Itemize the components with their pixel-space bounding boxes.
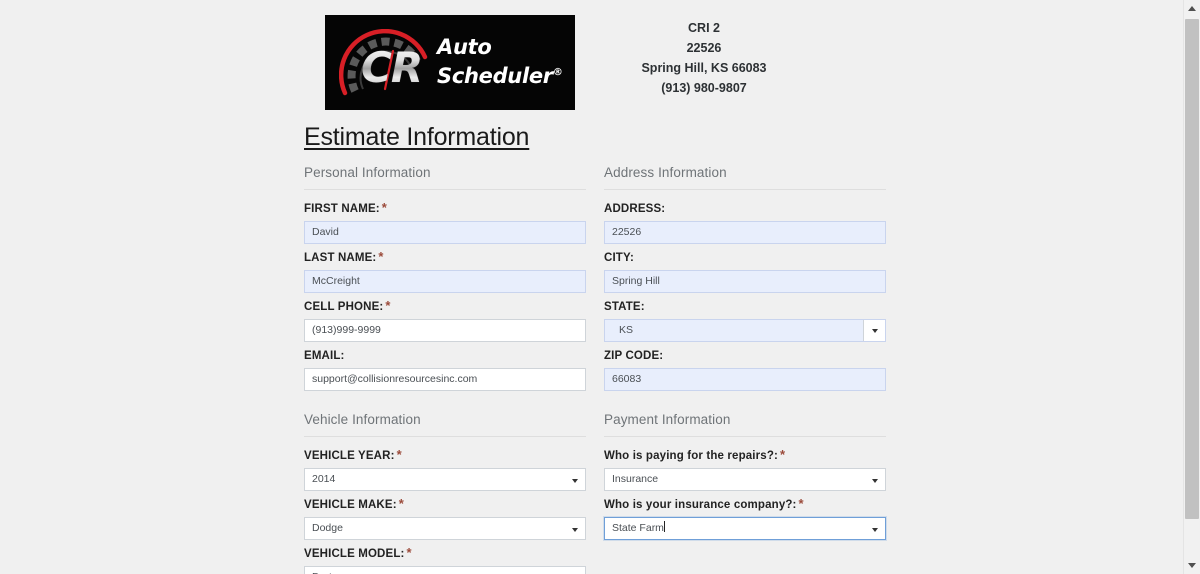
company-city-state-zip: Spring Hill, KS 66083 — [641, 61, 767, 75]
select-insurance-company[interactable]: State Farm — [604, 517, 886, 540]
cr-auto-scheduler-logo: CR Auto Scheduler® — [325, 15, 575, 110]
estimate-information-form: Personal Information FIRST NAME: * David … — [304, 165, 886, 574]
chevron-down-icon — [872, 527, 878, 532]
page-title: Estimate Information — [304, 123, 530, 151]
select-who-is-paying-value: Insurance — [612, 473, 659, 485]
label-vehicle-model: VEHICLE MODEL: * — [304, 545, 412, 560]
label-zip-code: ZIP CODE: — [604, 350, 664, 362]
input-city[interactable]: Spring Hill — [604, 270, 886, 293]
chevron-down-icon — [872, 478, 878, 483]
required-marker-icon: * — [398, 496, 404, 511]
logo-word-scheduler-line: Scheduler® — [437, 60, 563, 89]
required-marker-icon: * — [378, 249, 384, 264]
label-who-is-paying: Who is paying for the repairs?: * — [604, 447, 786, 462]
field-state: STATE: KS — [604, 301, 886, 342]
text-cursor — [663, 521, 665, 532]
scrollbar-thumb[interactable] — [1185, 19, 1199, 519]
field-vehicle-model: VEHICLE MODEL:* Dart — [304, 545, 586, 574]
required-marker-icon: * — [396, 447, 402, 462]
select-vehicle-year-value: 2014 — [312, 473, 336, 485]
field-city: CITY: Spring Hill — [604, 252, 886, 293]
chevron-down-icon[interactable] — [863, 320, 885, 341]
input-cell-phone[interactable]: (913)999-9999 — [304, 319, 586, 342]
form-row-1: Personal Information FIRST NAME: * David … — [304, 165, 886, 399]
vertical-scrollbar[interactable] — [1183, 0, 1200, 574]
logo-word-scheduler: Scheduler — [437, 64, 553, 88]
label-first-name: FIRST NAME: * — [304, 200, 387, 215]
page-root: CR Auto Scheduler® CRI 2 22526 Spring Hi… — [0, 0, 1200, 574]
input-first-name[interactable]: David — [304, 221, 586, 244]
input-email[interactable]: support@collisionresourcesinc.com — [304, 368, 586, 391]
section-heading-vehicle: Vehicle Information — [304, 412, 586, 437]
field-last-name: LAST NAME: * McCreight — [304, 249, 586, 293]
label-city: CITY: — [604, 252, 634, 264]
select-state[interactable]: KS — [604, 319, 886, 342]
label-state: STATE: — [604, 301, 645, 313]
field-email: EMAIL: support@collisionresourcesinc.com — [304, 350, 586, 391]
field-address: ADDRESS: 22526 — [604, 203, 886, 244]
select-insurance-company-value: State Farm — [612, 522, 664, 534]
page-content: CR Auto Scheduler® CRI 2 22526 Spring Hi… — [0, 0, 1183, 574]
scrollbar-down-arrow-icon[interactable] — [1184, 557, 1200, 574]
label-email: EMAIL: — [304, 350, 345, 362]
field-who-is-paying: Who is paying for the repairs?: * Insuran… — [604, 447, 886, 491]
label-address: ADDRESS: — [604, 203, 666, 215]
field-vehicle-year: VEHICLE YEAR: * 2014 — [304, 447, 586, 491]
company-info-block: CRI 2 22526 Spring Hill, KS 66083 (913) … — [604, 18, 804, 98]
chevron-down-icon — [572, 478, 578, 483]
payment-information-section: Payment Information Who is paying for th… — [604, 412, 886, 574]
field-vehicle-make: VEHICLE MAKE: * Dodge — [304, 496, 586, 540]
address-information-section: Address Information ADDRESS: 22526 CITY:… — [604, 165, 886, 399]
input-zip-code[interactable]: 66083 — [604, 368, 886, 391]
select-who-is-paying[interactable]: Insurance — [604, 468, 886, 491]
logo-wordmark: Auto Scheduler® — [437, 35, 563, 89]
required-marker-icon: * — [381, 200, 387, 215]
page-header: CR Auto Scheduler® CRI 2 22526 Spring Hi… — [0, 0, 1183, 112]
vehicle-information-section: Vehicle Information VEHICLE YEAR: * 2014 … — [304, 412, 586, 574]
select-vehicle-model[interactable]: Dart — [304, 566, 586, 574]
scrollbar-up-arrow-icon[interactable] — [1184, 0, 1200, 17]
section-heading-address: Address Information — [604, 165, 886, 190]
field-insurance-company: Who is your insurance company?: * State F… — [604, 496, 886, 540]
select-state-value: KS — [619, 324, 634, 336]
logo-cr-mark: CR — [361, 43, 423, 92]
field-zip-code: ZIP CODE: 66083 — [604, 350, 886, 391]
section-heading-payment: Payment Information — [604, 412, 886, 437]
company-phone: (913) 980-9807 — [661, 81, 747, 95]
select-vehicle-make-value: Dodge — [312, 522, 343, 534]
select-vehicle-make[interactable]: Dodge — [304, 517, 586, 540]
field-cell-phone: CELL PHONE: * (913)999-9999 — [304, 298, 586, 342]
company-address: 22526 — [686, 41, 722, 55]
label-last-name: LAST NAME: * — [304, 249, 384, 264]
personal-information-section: Personal Information FIRST NAME: * David … — [304, 165, 586, 399]
logo-word-auto: Auto — [437, 35, 492, 59]
required-marker-icon: * — [779, 447, 786, 462]
field-first-name: FIRST NAME: * David — [304, 200, 586, 244]
section-heading-personal: Personal Information — [304, 165, 586, 190]
required-marker-icon: * — [406, 545, 412, 560]
registered-trademark-icon: ® — [552, 67, 563, 78]
label-vehicle-make: VEHICLE MAKE: * — [304, 496, 404, 511]
required-marker-icon: * — [798, 496, 804, 511]
company-name: CRI 2 — [688, 21, 720, 35]
required-marker-icon: * — [385, 298, 391, 313]
select-vehicle-year[interactable]: 2014 — [304, 468, 586, 491]
label-vehicle-year: VEHICLE YEAR: * — [304, 447, 402, 462]
form-row-2: Vehicle Information VEHICLE YEAR: * 2014 … — [304, 412, 886, 574]
input-address[interactable]: 22526 — [604, 221, 886, 244]
label-insurance-company: Who is your insurance company?: * — [604, 496, 804, 511]
input-last-name[interactable]: McCreight — [304, 270, 586, 293]
chevron-down-icon — [572, 527, 578, 532]
label-cell-phone: CELL PHONE: * — [304, 298, 391, 313]
